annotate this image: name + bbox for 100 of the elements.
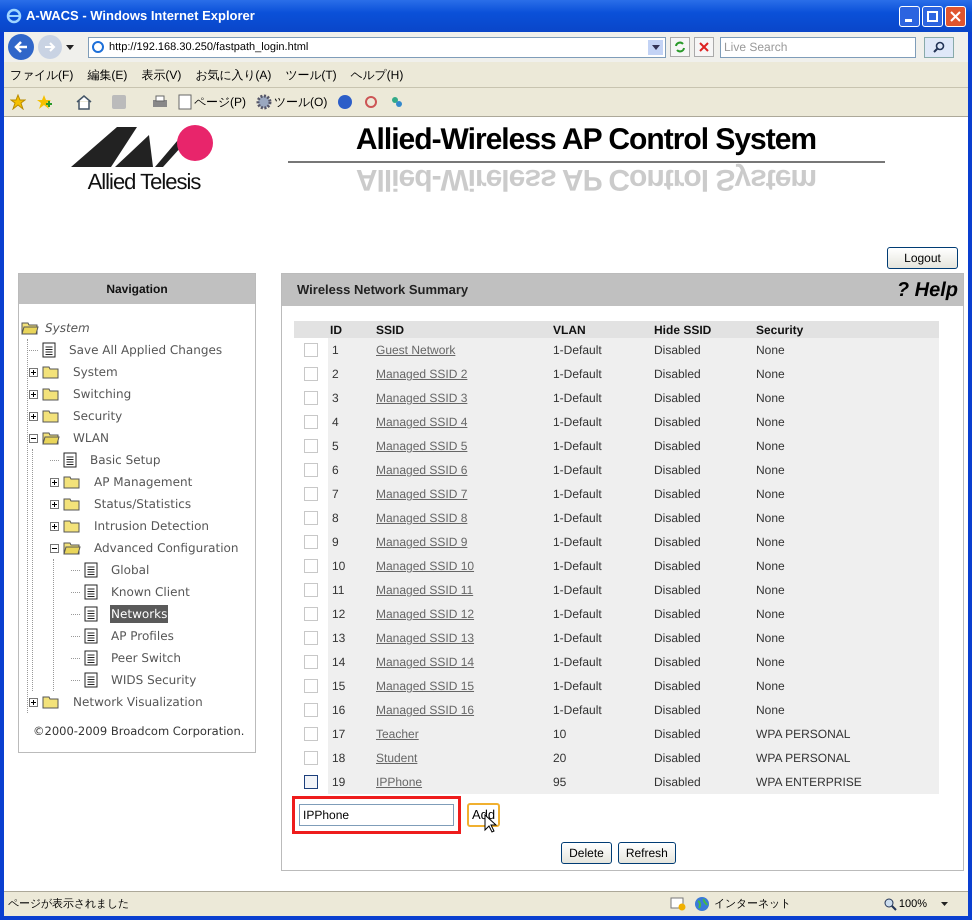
table-cell-text: Disabled [654, 678, 702, 695]
table-cell-text: None [756, 414, 785, 431]
close-button[interactable] [945, 6, 966, 26]
table-cell-text: None [756, 702, 785, 719]
menu-item[interactable]: ファイル(F) [10, 66, 74, 84]
star-icon[interactable] [10, 94, 26, 110]
table-cell-text: 3 [331, 390, 340, 407]
ssid-input[interactable]: IPPhone [299, 804, 454, 826]
table-cell-text: None [756, 462, 785, 479]
collapse-icon[interactable] [28, 434, 38, 442]
close-icon [699, 42, 709, 52]
ssid-link[interactable]: Managed SSID 5 [376, 439, 468, 453]
column-header: ID [330, 322, 343, 338]
table-cell-text: Disabled [654, 606, 702, 623]
nav-item[interactable]: System [72, 363, 119, 381]
nav-item[interactable]: Advanced Configuration [93, 539, 240, 557]
nav-item[interactable]: AP Management [93, 473, 194, 491]
expand-icon[interactable] [28, 412, 38, 420]
tools-menu[interactable]: ツール(O) [274, 93, 328, 111]
nav-item[interactable]: Intrusion Detection [93, 517, 210, 535]
ssid-link[interactable]: Managed SSID 16 [376, 703, 474, 717]
ssid-link[interactable]: Managed SSID 6 [376, 463, 468, 477]
table-cell-text: 4 [331, 414, 340, 431]
table-cell-text: 1-Default [553, 606, 603, 623]
nav-item[interactable]: Status/Statistics [93, 495, 192, 513]
print-icon[interactable] [152, 94, 168, 110]
ssid-link[interactable]: Managed SSID 7 [376, 487, 468, 501]
expand-icon[interactable] [28, 390, 38, 398]
ssid-link[interactable]: Managed SSID 8 [376, 511, 468, 525]
panel-title: Wireless Network Summary [297, 281, 468, 300]
menu-item[interactable]: 編集(E) [87, 66, 128, 84]
ssid-link[interactable]: Student [376, 751, 418, 765]
back-button[interactable] [8, 34, 34, 60]
home-icon[interactable] [76, 94, 92, 110]
expand-icon[interactable] [28, 698, 38, 706]
ssid-link[interactable]: Managed SSID 3 [376, 391, 468, 405]
ssid-link[interactable]: Managed SSID 14 [376, 655, 474, 669]
globe-icon [694, 896, 710, 912]
nav-item[interactable]: Security [72, 407, 124, 425]
nav-item[interactable]: Save All Applied Changes [68, 341, 224, 359]
open-folder-icon [63, 541, 81, 555]
minimize-button[interactable] [899, 6, 920, 26]
folder-icon [63, 497, 81, 511]
nav-root[interactable]: System [45, 319, 90, 337]
dropdown-icon[interactable] [66, 44, 74, 50]
dropdown-icon[interactable] [648, 40, 663, 54]
ssid-link[interactable]: Teacher [376, 727, 419, 741]
nav-item[interactable]: Global [110, 561, 150, 579]
menu-item[interactable]: ツール(T) [285, 66, 337, 84]
logout-button[interactable]: Logout [887, 247, 958, 269]
delete-button[interactable]: Delete [561, 842, 612, 864]
menu-item[interactable]: お気に入り(A) [195, 66, 272, 84]
row-checkbox[interactable] [304, 775, 318, 789]
expand-icon[interactable] [50, 478, 58, 486]
table-cell-text: 7 [331, 486, 340, 503]
table-cell-text: None [756, 438, 785, 455]
ssid-link[interactable]: IPPhone [376, 775, 422, 789]
menu-item[interactable]: ヘルプ(H) [350, 66, 404, 84]
zoom-icon[interactable] [884, 898, 897, 910]
table-cell-text: 1-Default [553, 630, 603, 647]
expand-icon[interactable] [28, 368, 38, 376]
ssid-link[interactable]: Managed SSID 9 [376, 535, 468, 549]
nav-item[interactable]: Switching [72, 385, 132, 403]
nav-item[interactable]: WLAN [72, 429, 110, 447]
table-cell-text: 12 [331, 606, 346, 623]
expand-icon[interactable] [50, 522, 58, 530]
refresh-button[interactable] [670, 37, 690, 57]
nav-item[interactable]: Basic Setup [89, 451, 162, 469]
ssid-link[interactable]: Guest Network [376, 343, 456, 357]
nav-item[interactable]: Networks [110, 605, 168, 623]
search-button[interactable] [924, 36, 954, 58]
page-menu[interactable]: ページ(P) [194, 93, 246, 111]
address-field[interactable]: http://192.168.30.250/fastpath_login.html [88, 36, 666, 58]
stop-button[interactable] [694, 37, 714, 57]
nav-item[interactable]: WIDS Security [110, 671, 198, 689]
ssid-link[interactable]: Managed SSID 11 [376, 583, 474, 597]
table-cell-text: Disabled [654, 630, 702, 647]
ssid-link[interactable]: Managed SSID 12 [376, 607, 474, 621]
nav-item[interactable]: AP Profiles [110, 627, 175, 645]
ssid-link[interactable]: Managed SSID 15 [376, 679, 474, 693]
maximize-button[interactable] [922, 6, 943, 26]
ssid-link[interactable]: Managed SSID 4 [376, 415, 468, 429]
table-cell-text: Disabled [654, 774, 702, 791]
nav-item[interactable]: Peer Switch [110, 649, 182, 667]
nav-item[interactable]: Known Client [110, 583, 191, 601]
table-cell-text: 1-Default [553, 342, 603, 359]
search-field[interactable]: Live Search [720, 36, 916, 58]
zoom-level[interactable]: 100% [898, 896, 927, 912]
expand-icon[interactable] [50, 500, 58, 508]
ssid-link[interactable]: Managed SSID 2 [376, 367, 468, 381]
table-cell-text: 8 [331, 510, 340, 527]
collapse-icon[interactable] [50, 544, 58, 552]
menu-item[interactable]: 表示(V) [141, 66, 182, 84]
ssid-link[interactable]: Managed SSID 10 [376, 559, 474, 573]
refresh-button[interactable]: Refresh [618, 842, 676, 864]
help-link[interactable]: ? Help [896, 275, 958, 305]
nav-item[interactable]: Network Visualization [72, 693, 204, 711]
ssid-link[interactable]: Managed SSID 13 [376, 631, 474, 645]
add-favorite-icon[interactable] [36, 94, 52, 110]
dropdown-icon[interactable] [941, 902, 948, 906]
